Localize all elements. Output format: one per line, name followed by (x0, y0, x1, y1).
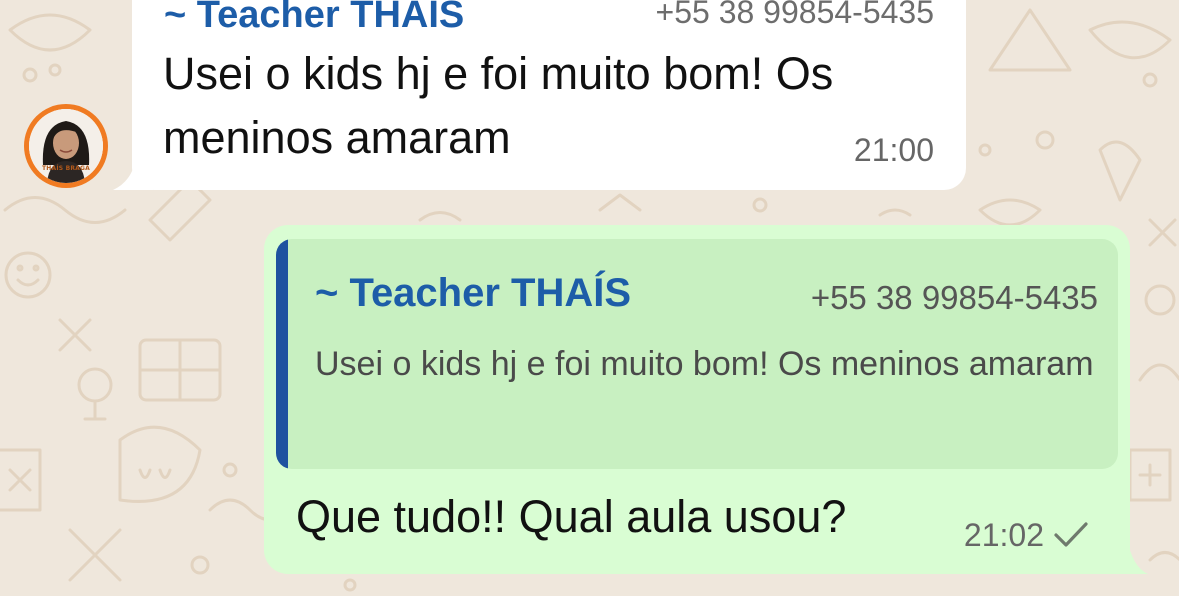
quoted-sender-name: ~ Teacher THAÍS (315, 271, 632, 315)
incoming-message-text: Usei o kids hj e foi muito bom! Os menin… (163, 48, 834, 163)
quoted-message[interactable]: ~ Teacher THAÍS +55 38 99854-5435 Usei o… (276, 239, 1118, 469)
single-check-icon (1054, 522, 1088, 547)
incoming-message-time: 21:00 (853, 132, 934, 168)
incoming-sender-phone: +55 38 99854-5435 (655, 0, 934, 30)
incoming-sender-name[interactable]: ~ Teacher THAÍS (164, 0, 464, 37)
quoted-sender-phone: +55 38 99854-5435 (810, 279, 1098, 316)
outgoing-message-time: 21:02 (963, 517, 1044, 553)
avatar-caption: THAÍS BRAGA (41, 165, 90, 172)
incoming-message-bubble[interactable]: ~ Teacher THAÍS +55 38 99854-5435 Usei o… (132, 0, 966, 190)
outgoing-message-bubble[interactable]: ~ Teacher THAÍS +55 38 99854-5435 Usei o… (264, 225, 1130, 574)
avatar[interactable]: THAÍS BRAGA (24, 104, 108, 188)
outgoing-message-text: Que tudo!! Qual aula usou? (296, 491, 847, 542)
quote-accent-bar (276, 239, 288, 469)
quoted-message-text: Usei o kids hj e foi muito bom! Os menin… (315, 345, 1094, 383)
avatar-photo-frame: THAÍS BRAGA (29, 109, 103, 183)
